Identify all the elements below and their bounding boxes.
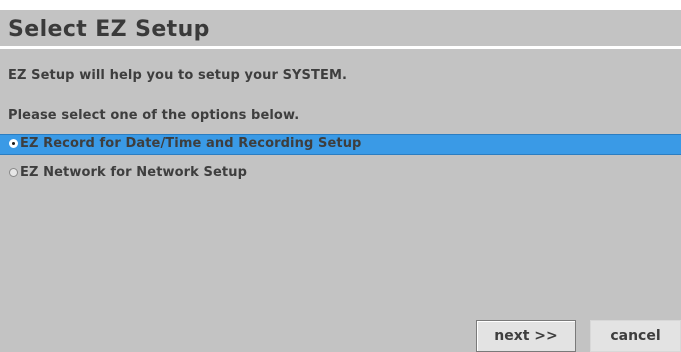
prompt-text: Please select one of the options below. <box>8 108 300 123</box>
option-ez-record[interactable]: EZ Record for Date/Time and Recording Se… <box>0 134 681 155</box>
next-button[interactable]: next >> <box>476 320 576 352</box>
option-ez-record-label: EZ Record for Date/Time and Recording Se… <box>20 136 362 151</box>
intro-text: EZ Setup will help you to setup your SYS… <box>8 68 348 83</box>
ez-setup-screen: Select EZ Setup EZ Setup will help you t… <box>0 10 681 352</box>
cancel-button[interactable]: cancel <box>590 320 681 352</box>
page-title: Select EZ Setup <box>8 17 210 42</box>
option-ez-network-label: EZ Network for Network Setup <box>20 165 247 180</box>
radio-unselected-icon[interactable] <box>9 168 18 177</box>
option-ez-network[interactable]: EZ Network for Network Setup <box>0 163 681 184</box>
radio-selected-icon[interactable] <box>9 139 18 148</box>
title-divider <box>0 46 681 49</box>
